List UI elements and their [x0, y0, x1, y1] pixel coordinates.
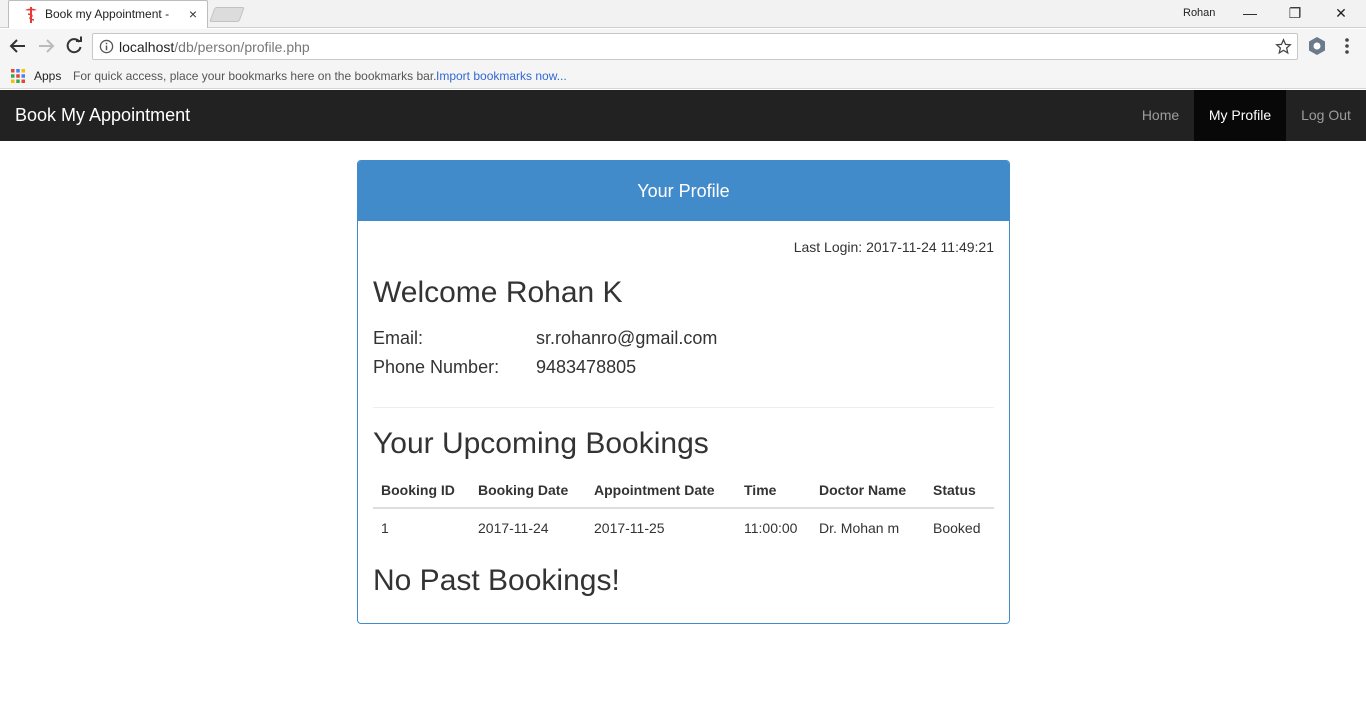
- email-label: Email:: [373, 328, 424, 348]
- column-header: Time: [736, 472, 811, 509]
- restore-icon[interactable]: ❐: [1285, 4, 1305, 22]
- panel-heading: Your Profile: [358, 161, 1009, 221]
- window-close-icon[interactable]: ✕: [1331, 4, 1351, 22]
- tab-close-icon[interactable]: ×: [185, 6, 201, 22]
- column-header: Appointment Date: [586, 472, 736, 509]
- url-host: localhost: [119, 39, 175, 55]
- doctor-name-cell: Dr. Mohan m: [819, 519, 900, 536]
- booking-date-cell: 2017-11-24: [478, 519, 549, 536]
- welcome-heading: Welcome Rohan K: [373, 276, 623, 309]
- url-text: localhost/db/person/profile.php: [119, 39, 310, 55]
- profile-panel: Your Profile Last Login: 2017-11-24 11:4…: [357, 160, 1010, 624]
- browser-tab[interactable]: Book my Appointment - ×: [8, 0, 208, 28]
- column-header: Booking ID: [373, 472, 470, 509]
- table-header-row: Booking ID Booking Date Appointment Date…: [373, 472, 994, 509]
- brand-link[interactable]: Book My Appointment: [15, 105, 190, 126]
- url-path: /db/person/profile.php: [174, 39, 310, 55]
- site-navbar: Book My Appointment Home My Profile Log …: [0, 90, 1366, 141]
- import-bookmarks-link[interactable]: Import bookmarks now...: [436, 69, 567, 83]
- browser-tabstrip: Book my Appointment - × Rohan — ❐ ✕: [0, 0, 1366, 28]
- browser-menu-icon[interactable]: [1340, 36, 1354, 56]
- info-icon[interactable]: [99, 39, 114, 54]
- caduceus-favicon-icon: [25, 7, 37, 23]
- bookings-table: Booking ID Booking Date Appointment Date…: [373, 472, 994, 546]
- bookmarks-bar: Apps For quick access, place your bookma…: [0, 64, 1366, 89]
- address-bar[interactable]: localhost/db/person/profile.php: [92, 33, 1298, 60]
- extension-icon[interactable]: [1307, 36, 1327, 56]
- minimize-icon[interactable]: —: [1240, 4, 1260, 22]
- booking-id-cell: 1: [381, 519, 389, 536]
- apps-grid-icon[interactable]: [11, 69, 25, 83]
- apps-link[interactable]: Apps: [34, 69, 61, 83]
- column-header: Status: [925, 472, 994, 509]
- status-cell: Booked: [933, 519, 981, 536]
- nav-my-profile[interactable]: My Profile: [1194, 90, 1286, 141]
- nav-home[interactable]: Home: [1127, 90, 1194, 141]
- back-arrow-icon[interactable]: [8, 36, 28, 56]
- browser-toolbar: localhost/db/person/profile.php: [0, 29, 1366, 64]
- phone-label: Phone Number:: [373, 357, 500, 377]
- email-value: sr.rohanro@gmail.com: [536, 328, 718, 348]
- tab-title: Book my Appointment -: [45, 7, 170, 21]
- nav-log-out[interactable]: Log Out: [1286, 90, 1366, 141]
- new-tab-button[interactable]: [209, 7, 245, 22]
- bookmarks-hint: For quick access, place your bookmarks h…: [73, 69, 437, 83]
- column-header: Booking Date: [470, 472, 586, 509]
- last-login-text: Last Login: 2017-11-24 11:49:21: [793, 239, 994, 255]
- browser-profile-name[interactable]: Rohan: [1183, 7, 1215, 19]
- column-header: Doctor Name: [811, 472, 925, 509]
- reload-icon[interactable]: [64, 36, 84, 56]
- past-bookings-title: No Past Bookings!: [373, 564, 620, 597]
- time-cell: 11:00:00: [744, 519, 798, 536]
- table-row: 1 2017-11-24 2017-11-25 11:00:00 Dr. Moh…: [373, 508, 994, 546]
- bookmark-star-icon[interactable]: [1275, 38, 1292, 55]
- forward-arrow-icon[interactable]: [36, 36, 56, 56]
- phone-value: 9483478805: [536, 357, 637, 377]
- upcoming-bookings-title: Your Upcoming Bookings: [373, 427, 709, 460]
- section-divider: [373, 407, 994, 408]
- appointment-date-cell: 2017-11-25: [594, 519, 665, 536]
